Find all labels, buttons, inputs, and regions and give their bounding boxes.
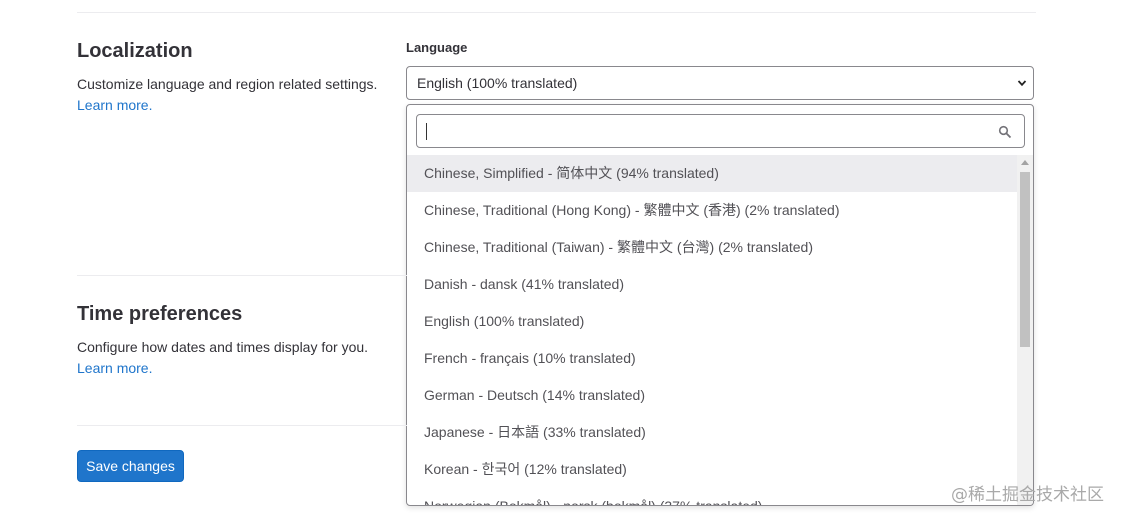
language-option[interactable]: Chinese, Traditional (Taiwan) - 繁體中文 (台灣…: [407, 229, 1017, 266]
language-option[interactable]: Korean - 한국어 (12% translated): [407, 451, 1017, 488]
language-label: Language: [406, 40, 468, 55]
chevron-down-icon: [1017, 80, 1027, 87]
localization-description: Customize language and region related se…: [77, 76, 378, 92]
divider: [77, 425, 407, 426]
divider: [77, 275, 407, 276]
language-option[interactable]: Danish - dansk (41% translated): [407, 266, 1017, 303]
language-option[interactable]: French - français (10% translated): [407, 340, 1017, 377]
language-option-list: Chinese, Simplified - 简体中文 (94% translat…: [407, 155, 1017, 505]
watermark: @稀土掘金技术社区: [951, 485, 1104, 505]
localization-learn-more-link[interactable]: Learn more.: [77, 95, 152, 116]
language-option[interactable]: Japanese - 日本語 (33% translated): [407, 414, 1017, 451]
save-changes-button[interactable]: Save changes: [77, 450, 184, 482]
time-preferences-section: Time preferences Configure how dates and…: [77, 302, 397, 379]
language-option[interactable]: Norwegian (Bokmål) - norsk (bokmål) (37%…: [407, 488, 1017, 505]
localization-title: Localization: [77, 40, 193, 62]
language-option[interactable]: Chinese, Simplified - 简体中文 (94% translat…: [407, 155, 1017, 192]
language-option[interactable]: English (100% translated): [407, 303, 1017, 340]
language-selected-value: English (100% translated): [417, 75, 578, 91]
language-select[interactable]: English (100% translated): [406, 66, 1034, 100]
language-option[interactable]: German - Deutsch (14% translated): [407, 377, 1017, 414]
dropdown-scrollbar[interactable]: [1017, 155, 1033, 505]
language-search-input[interactable]: [416, 114, 1025, 148]
text-caret: [426, 123, 427, 140]
localization-section: Localization Customize language and regi…: [77, 39, 397, 116]
time-preferences-learn-more-link[interactable]: Learn more.: [77, 358, 152, 379]
language-option[interactable]: Chinese, Traditional (Hong Kong) - 繁體中文 …: [407, 192, 1017, 229]
time-preferences-description: Configure how dates and times display fo…: [77, 339, 369, 355]
scrollbar-thumb[interactable]: [1020, 172, 1030, 347]
scroll-up-arrow-icon[interactable]: [1021, 160, 1029, 165]
time-preferences-title: Time preferences: [77, 303, 243, 325]
divider: [77, 12, 1036, 13]
search-icon: [998, 125, 1012, 139]
language-dropdown: Chinese, Simplified - 简体中文 (94% translat…: [406, 104, 1034, 506]
